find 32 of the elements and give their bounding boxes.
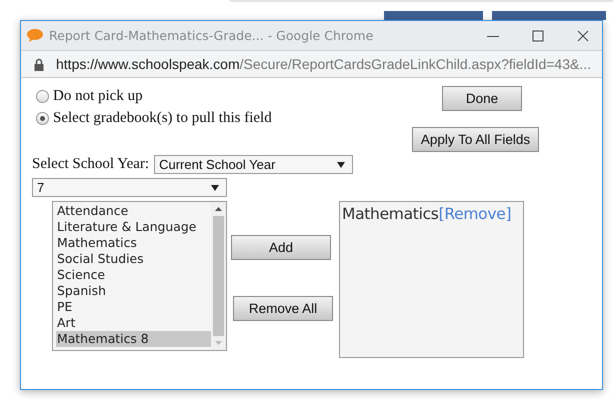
radio-button[interactable]: [36, 112, 49, 125]
gradebook-list[interactable]: Attendance Literature & Language Mathematics Social Studies Science Spanish PE Art Mathematics 8: [52, 201, 227, 351]
scroll-thumb[interactable]: [213, 216, 224, 336]
grade-select[interactable]: 7: [32, 178, 227, 197]
gradebook-item[interactable]: Mathematics 8: [56, 331, 211, 347]
gradebook-item[interactable]: Art: [56, 315, 211, 331]
gradebook-item[interactable]: Attendance: [56, 203, 211, 219]
window-title: Report Card-Mathematics-Grade... - Google Chrome: [49, 28, 374, 43]
scrollbar[interactable]: [211, 202, 226, 350]
gradebook-item[interactable]: Mathematics: [56, 235, 211, 251]
gradebook-item[interactable]: Literature & Language: [56, 219, 211, 235]
school-year-label: Select School Year:: [32, 156, 150, 173]
dropdown-arrow-icon: [211, 184, 219, 190]
gradebook-item[interactable]: Spanish: [56, 283, 211, 299]
radio-option[interactable]: Do not pick up: [36, 88, 272, 105]
dropdown-arrow-icon: [337, 162, 346, 168]
school-year-select[interactable]: Current School Year: [154, 155, 354, 174]
remove-all-button[interactable]: Remove All: [233, 296, 333, 321]
maximize-icon[interactable]: [531, 28, 545, 42]
radio-option[interactable]: Select gradebook(s) to pull this field: [36, 110, 272, 127]
close-icon[interactable]: [576, 28, 590, 42]
radio-button[interactable]: [36, 90, 49, 103]
apply-button[interactable]: Apply To All Fields: [412, 127, 539, 152]
add-button[interactable]: Add: [231, 235, 331, 260]
gradebook-item[interactable]: Social Studies: [56, 251, 211, 267]
chat-bubble-icon: [27, 29, 43, 42]
lock-icon: [34, 58, 44, 70]
selected-gradebook: Mathematics: [342, 205, 439, 223]
gradebook-item[interactable]: Science: [56, 267, 211, 283]
done-button[interactable]: Done: [442, 86, 522, 111]
gradebook-item[interactable]: PE: [56, 299, 211, 315]
remove-link[interactable]: [Remove]: [438, 205, 512, 223]
